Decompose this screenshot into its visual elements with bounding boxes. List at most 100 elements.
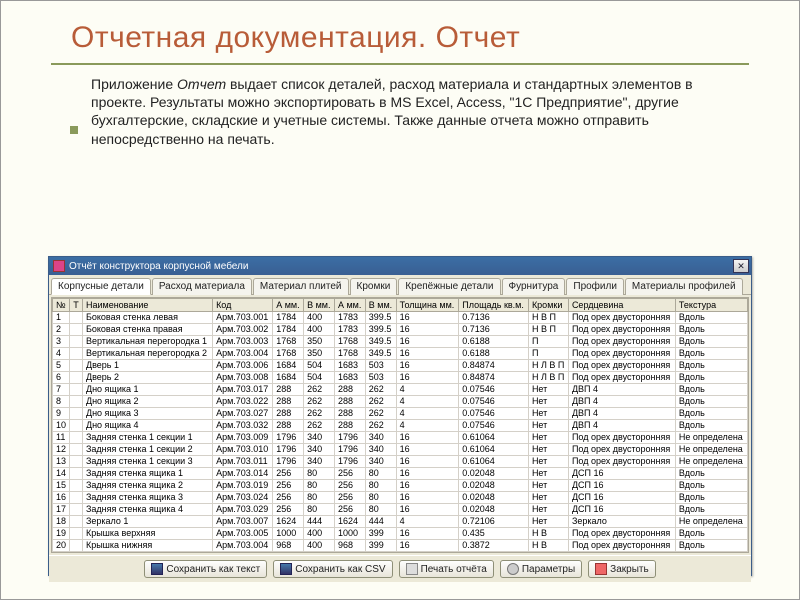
column-header[interactable]: В мм. xyxy=(304,299,335,312)
table-cell: 0.7136 xyxy=(459,312,529,324)
table-row[interactable]: 20Крышка нижняяАрм.703.00496840096839916… xyxy=(53,540,748,552)
table-cell: 16 xyxy=(396,492,459,504)
table-cell: 1684 xyxy=(273,360,304,372)
table-row[interactable]: 19Крышка верхняяАрм.703.0051000400100039… xyxy=(53,528,748,540)
table-cell: 6 xyxy=(53,372,70,384)
table-cell: 9 xyxy=(53,408,70,420)
table-cell: 16 xyxy=(396,360,459,372)
close-icon[interactable]: ✕ xyxy=(733,259,749,273)
table-cell: 0.84874 xyxy=(459,360,529,372)
print-button[interactable]: Печать отчёта xyxy=(399,560,494,578)
params-label: Параметры xyxy=(522,564,575,575)
table-cell xyxy=(70,408,83,420)
table-cell: 256 xyxy=(273,480,304,492)
table-row[interactable]: 17Задняя стенка ящика 4Арм.703.029256802… xyxy=(53,504,748,516)
table-row[interactable]: 14Задняя стенка ящика 1Арм.703.014256802… xyxy=(53,468,748,480)
table-cell xyxy=(70,468,83,480)
table-cell: 288 xyxy=(334,396,365,408)
table-cell: 1784 xyxy=(273,312,304,324)
table-cell: Арм.703.001 xyxy=(213,312,273,324)
table-cell: Вдоль xyxy=(675,504,747,516)
table-cell: 399.5 xyxy=(365,312,396,324)
window-title: Отчёт конструктора корпусной мебели xyxy=(69,261,248,272)
params-button[interactable]: Параметры xyxy=(500,560,582,578)
column-header[interactable]: Кромки xyxy=(528,299,568,312)
table-cell: Под орех двусторонняя xyxy=(568,432,675,444)
column-header[interactable]: Наименование xyxy=(82,299,212,312)
column-header[interactable]: Текстура xyxy=(675,299,747,312)
table-cell: 503 xyxy=(365,360,396,372)
tab-profili[interactable]: Профили xyxy=(566,278,624,295)
table-row[interactable]: 16Задняя стенка ящика 3Арм.703.024256802… xyxy=(53,492,748,504)
column-header[interactable]: Код xyxy=(213,299,273,312)
column-header[interactable]: А мм. xyxy=(334,299,365,312)
table-cell: Не определена xyxy=(675,456,747,468)
table-cell: 16 xyxy=(396,528,459,540)
save-csv-button[interactable]: Сохранить как CSV xyxy=(273,560,392,578)
table-row[interactable]: 12Задняя стенка 1 секции 2Арм.703.010179… xyxy=(53,444,748,456)
table-cell: 16 xyxy=(53,492,70,504)
table-cell: Дно ящика 4 xyxy=(82,420,212,432)
table-row[interactable]: 15Задняя стенка ящика 2Арм.703.019256802… xyxy=(53,480,748,492)
table-cell: ДСП 16 xyxy=(568,480,675,492)
table-cell xyxy=(70,336,83,348)
column-header[interactable]: Сердцевина xyxy=(568,299,675,312)
table-row[interactable]: 2Боковая стенка праваяАрм.703.0021784400… xyxy=(53,324,748,336)
table-cell: Вдоль xyxy=(675,540,747,552)
table-row[interactable]: 18Зеркало 1Арм.703.0071624444162444440.7… xyxy=(53,516,748,528)
tab-materials-profilej[interactable]: Материалы профилей xyxy=(625,278,743,295)
save-text-button[interactable]: Сохранить как текст xyxy=(144,560,267,578)
data-grid[interactable]: №ТНаименованиеКодА мм.В мм.А мм.В мм.Тол… xyxy=(51,297,749,553)
table-row[interactable]: 10Дно ящика 4Арм.703.03228826228826240.0… xyxy=(53,420,748,432)
tab-kromki[interactable]: Кромки xyxy=(350,278,398,295)
table-row[interactable]: 9Дно ящика 3Арм.703.02728826228826240.07… xyxy=(53,408,748,420)
table-cell: Под орех двусторонняя xyxy=(568,348,675,360)
table-cell: Нет xyxy=(528,396,568,408)
table-cell: Арм.703.017 xyxy=(213,384,273,396)
column-header[interactable]: А мм. xyxy=(273,299,304,312)
tab-krepezh[interactable]: Крепёжные детали xyxy=(398,278,500,295)
table-row[interactable]: 7Дно ящика 1Арм.703.01728826228826240.07… xyxy=(53,384,748,396)
table-row[interactable]: 21Левая стенка ящика 1Арм.703.0152628026… xyxy=(53,552,748,554)
column-header[interactable]: Площадь кв.м. xyxy=(459,299,529,312)
column-header[interactable]: Т xyxy=(70,299,83,312)
table-row[interactable]: 1Боковая стенка леваяАрм.703.00117844001… xyxy=(53,312,748,324)
table-cell: 15 xyxy=(53,480,70,492)
table-cell: 256 xyxy=(273,468,304,480)
table-row[interactable]: 8Дно ящика 2Арм.703.02228826228826240.07… xyxy=(53,396,748,408)
table-row[interactable]: 3Вертикальная перегородка 1Арм.703.00317… xyxy=(53,336,748,348)
table-cell: 3 xyxy=(53,336,70,348)
table-row[interactable]: 11Задняя стенка 1 секции 1Арм.703.009179… xyxy=(53,432,748,444)
table-cell: 0.61064 xyxy=(459,444,529,456)
table-cell: 1624 xyxy=(334,516,365,528)
tab-furnitura[interactable]: Фурнитура xyxy=(502,278,566,295)
table-cell: Арм.703.008 xyxy=(213,372,273,384)
table-cell: П xyxy=(528,348,568,360)
table-cell: 16 xyxy=(396,456,459,468)
table-cell: 80 xyxy=(304,504,335,516)
table-row[interactable]: 4Вертикальная перегородка 2Арм.703.00417… xyxy=(53,348,748,360)
table-cell: 399 xyxy=(365,528,396,540)
table-cell: 16 xyxy=(396,336,459,348)
table-row[interactable]: 13Задняя стенка 1 секции 3Арм.703.011179… xyxy=(53,456,748,468)
tab-material-plitej[interactable]: Материал плитей xyxy=(253,278,349,295)
table-cell: Вдоль xyxy=(675,324,747,336)
table-cell: 340 xyxy=(365,444,396,456)
bottom-toolbar: Сохранить как текст Сохранить как CSV Пе… xyxy=(49,555,751,582)
table-cell: 7 xyxy=(53,384,70,396)
table-cell: 288 xyxy=(334,420,365,432)
tab-korpus[interactable]: Корпусные детали xyxy=(51,278,151,295)
column-header[interactable]: № xyxy=(53,299,70,312)
table-row[interactable]: 6Дверь 2Арм.703.00816845041683503160.848… xyxy=(53,372,748,384)
table-cell: 16 xyxy=(396,348,459,360)
tab-rashod[interactable]: Расход материала xyxy=(152,278,252,295)
table-cell: 288 xyxy=(334,384,365,396)
close-label: Закрыть xyxy=(610,564,649,575)
table-row[interactable]: 5Дверь 1Арм.703.00616845041683503160.848… xyxy=(53,360,748,372)
table-cell: 10 xyxy=(53,420,70,432)
table-cell: Вертикальная перегородка 1 xyxy=(82,336,212,348)
column-header[interactable]: Толщина мм. xyxy=(396,299,459,312)
table-cell: Вдоль xyxy=(675,408,747,420)
column-header[interactable]: В мм. xyxy=(365,299,396,312)
close-button[interactable]: Закрыть xyxy=(588,560,656,578)
